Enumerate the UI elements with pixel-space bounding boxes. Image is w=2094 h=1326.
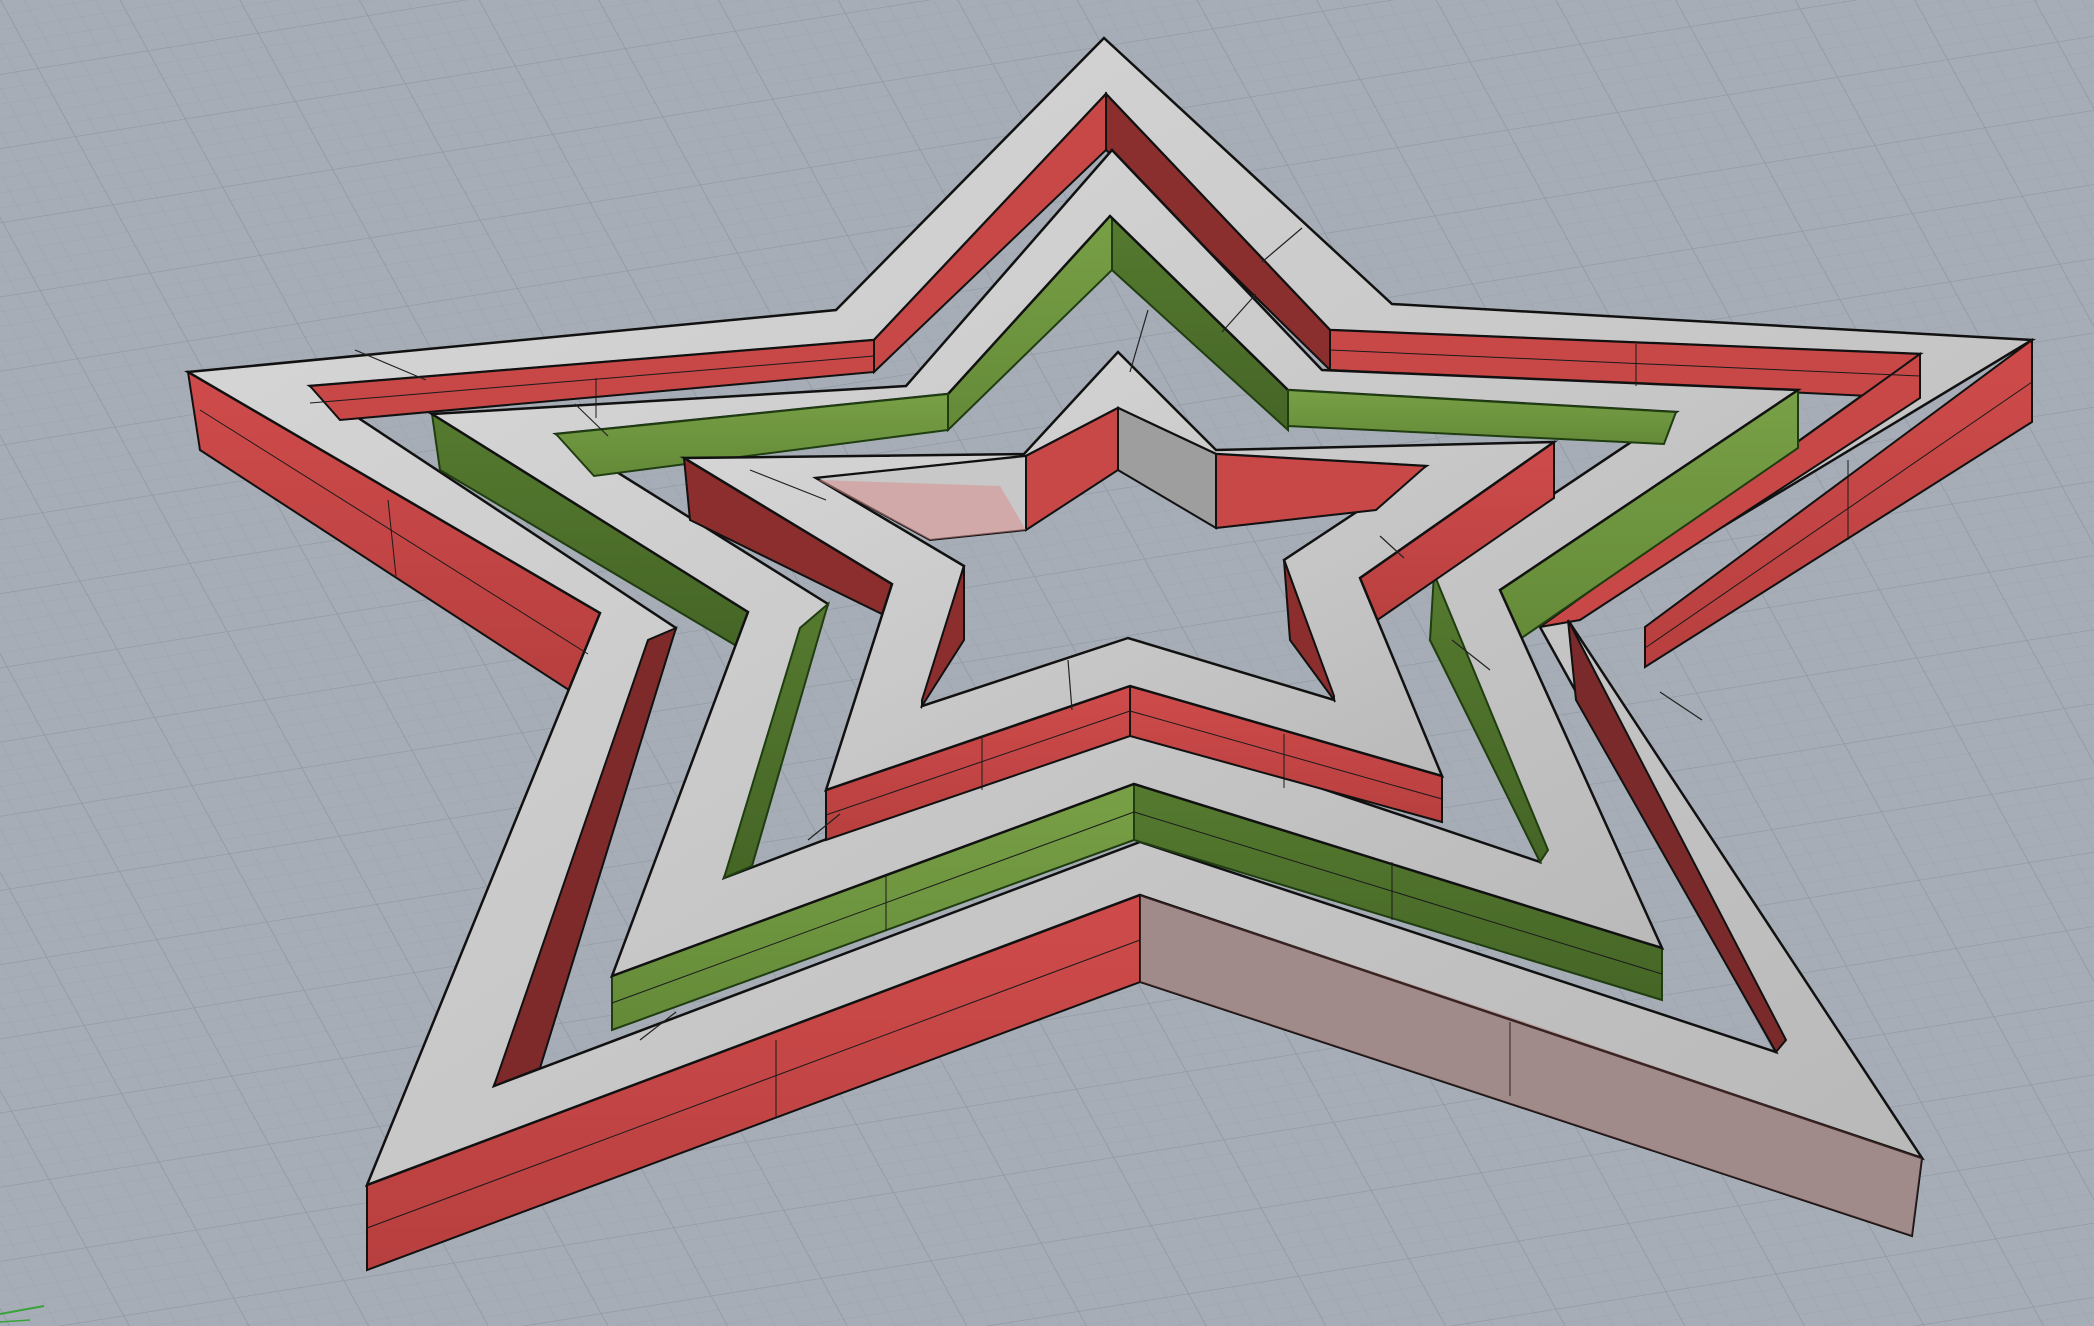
viewport-canvas[interactable] <box>0 0 2094 1326</box>
3d-viewport[interactable] <box>0 0 2094 1326</box>
